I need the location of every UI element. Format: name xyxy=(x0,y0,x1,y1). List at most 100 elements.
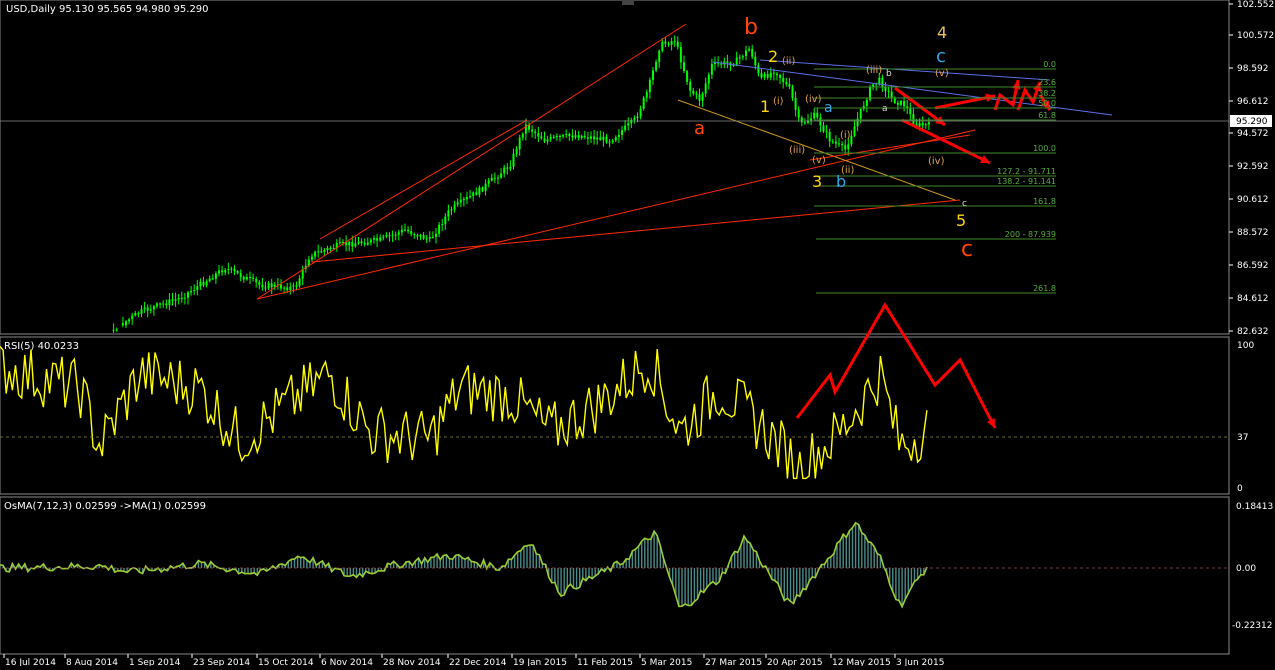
trend-line xyxy=(256,23,687,300)
candle-body xyxy=(450,209,453,211)
candle-body xyxy=(695,93,698,95)
candle-body xyxy=(810,118,813,121)
candle-body xyxy=(816,112,819,118)
arrow-main-2 xyxy=(901,118,991,165)
rsi-pane xyxy=(0,302,997,480)
candle-body xyxy=(692,90,695,94)
candle-body xyxy=(679,46,682,63)
subwave-iv-2: (iv) xyxy=(928,156,945,167)
candle-body xyxy=(419,234,422,237)
candle-body xyxy=(224,270,227,273)
candle-body xyxy=(441,224,444,226)
candle-body xyxy=(655,61,658,71)
candle-body xyxy=(850,135,853,145)
trend-line xyxy=(809,134,971,161)
candle-body xyxy=(534,131,537,134)
candle-body xyxy=(599,137,602,140)
candle-body xyxy=(236,271,239,274)
candle-body xyxy=(149,309,152,311)
subwave-ii: (ii) xyxy=(782,56,795,67)
candle-body xyxy=(444,216,447,225)
candle-body xyxy=(475,192,478,195)
price-axis-label: 90.612 xyxy=(1237,195,1269,205)
candle-body xyxy=(351,241,354,247)
candle-body xyxy=(825,131,828,133)
candle-body xyxy=(218,270,220,274)
subwave-i-2: (i) xyxy=(840,130,851,141)
candle-body xyxy=(710,64,713,75)
osma-level-high: 0.18413 xyxy=(1236,502,1273,512)
candle-body xyxy=(162,303,165,305)
candle-body xyxy=(862,105,865,110)
subwave-iv: (iv) xyxy=(805,94,822,105)
wave-5: 5 xyxy=(956,211,966,230)
candle-body xyxy=(354,243,357,247)
candle-body xyxy=(348,241,351,246)
candle-body xyxy=(611,140,614,142)
small-c-label: c xyxy=(962,199,967,209)
candle-body xyxy=(438,224,441,234)
fib-label: 200 - 87.939 xyxy=(1005,230,1056,239)
time-axis-label: 23 Sep 2014 xyxy=(193,658,250,666)
candle-body xyxy=(580,135,583,138)
candle-body xyxy=(360,241,363,244)
candle-body xyxy=(676,41,679,47)
subwave-iii: (iii) xyxy=(789,145,805,156)
wave-c-blue: c xyxy=(936,46,946,67)
osma-level-zero: 0.00 xyxy=(1236,564,1256,574)
candle-body xyxy=(323,249,326,252)
candle-body xyxy=(831,141,834,143)
wave-a-large: a xyxy=(694,118,705,139)
scroll-shift-marker[interactable] xyxy=(622,0,634,5)
candle-body xyxy=(428,237,431,239)
candle-body xyxy=(211,278,214,280)
wave-2: 2 xyxy=(768,47,778,66)
candle-body xyxy=(847,144,850,150)
candle-body xyxy=(394,234,397,236)
fib-label: 161.8 xyxy=(1033,197,1056,206)
candle-body xyxy=(704,83,707,94)
candle-body xyxy=(156,303,158,307)
candle-body xyxy=(487,180,490,184)
fib-label: 23.6 xyxy=(1038,78,1056,87)
price-axis-label: 98.592 xyxy=(1237,64,1269,74)
candle-body xyxy=(435,233,437,237)
subwave-iii-2: (iii) xyxy=(866,65,882,76)
trend-line xyxy=(256,129,976,300)
fib-label: 38.2 xyxy=(1038,89,1056,98)
candle-body xyxy=(838,143,840,145)
subwave-v-2: (v) xyxy=(935,68,949,79)
time-axis-label: 28 Nov 2014 xyxy=(383,658,441,666)
candle-body xyxy=(593,136,596,140)
candle-body xyxy=(121,322,124,326)
fib-label: 127.2 - 91.711 xyxy=(997,167,1056,176)
candle-body xyxy=(605,136,608,143)
candle-body xyxy=(769,72,772,78)
candle-body xyxy=(562,135,565,137)
candle-body xyxy=(413,234,416,236)
time-axis-label: 12 May 2015 xyxy=(832,658,891,666)
candle-body xyxy=(648,79,651,93)
candle-body xyxy=(673,41,676,43)
rsi-level-0: 0 xyxy=(1237,484,1243,494)
candle-body xyxy=(698,94,701,101)
candle-body xyxy=(326,248,329,250)
candle-body xyxy=(258,282,261,285)
candle-body xyxy=(283,287,286,289)
chart-canvas: USD,Daily 95.130 95.565 94.980 95.290 RS… xyxy=(0,0,1274,668)
candle-body xyxy=(878,77,881,84)
candle-body xyxy=(583,135,586,138)
candle-body xyxy=(834,141,837,144)
candle-body xyxy=(813,112,816,119)
time-axis-label: 22 Dec 2014 xyxy=(449,658,507,666)
candle-body xyxy=(363,243,366,245)
candle-body xyxy=(627,123,630,126)
candle-body xyxy=(462,199,465,201)
candle-body xyxy=(174,299,177,301)
candle-body xyxy=(735,57,738,66)
candle-body xyxy=(249,276,251,278)
candle-body xyxy=(146,307,149,311)
rsi-pane-frame xyxy=(0,336,1230,495)
candle-body xyxy=(549,136,552,140)
candle-body xyxy=(776,73,778,76)
